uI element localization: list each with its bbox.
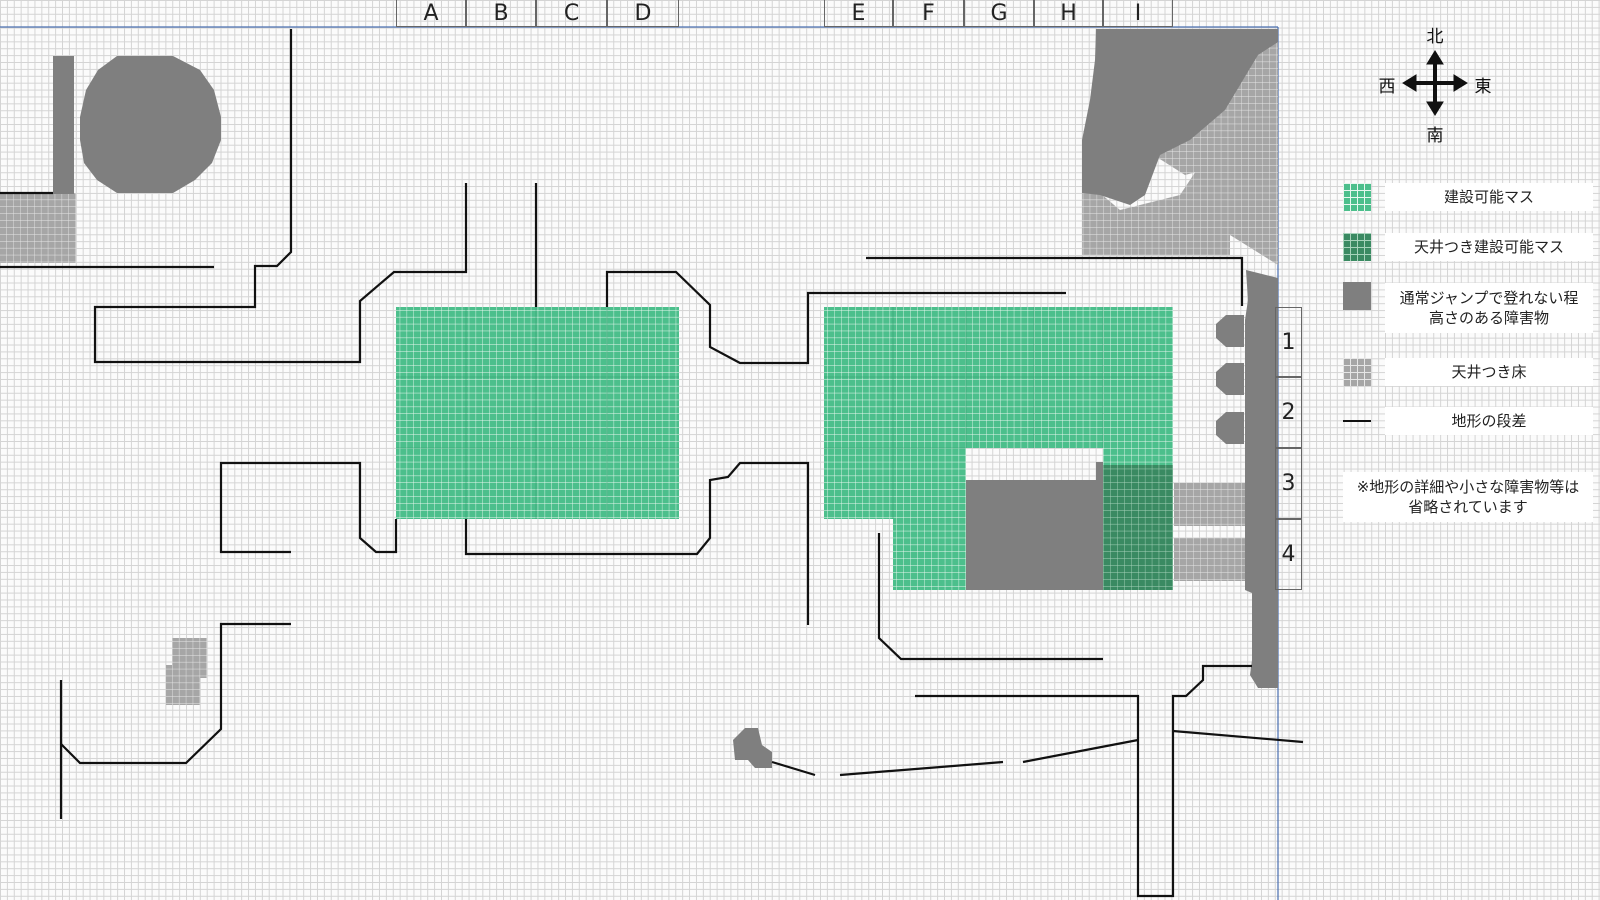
column-header-f: F [893,0,964,27]
legend-label-obstacle-line1: 通常ジャンプで登れない程 [1399,289,1579,307]
row-header-2: 2 [1275,377,1302,448]
column-header-d: D [607,0,679,27]
compass: 北 南 西 東 [1370,18,1500,148]
buildable-area-a-d [396,307,679,519]
row-header-4: 4 [1275,519,1302,590]
obstacle-wall-east [1245,270,1278,688]
obstacle-rock [733,728,772,768]
ceiling-floor-area [1174,483,1254,526]
legend-swatch-terrain-step [1343,407,1371,435]
legend-swatch-buildable [1343,183,1371,211]
legend-note-line1: ※地形の詳細や小さな障害物等は [1356,478,1580,496]
row-header-1: 1 [1275,307,1302,377]
obstacle-bump [1216,412,1244,444]
legend-label-terrain-step: 地形の段差 [1385,407,1593,435]
ceiling-floor-area [166,638,207,705]
legend-note: ※地形の詳細や小さな障害物等は 省略されています [1343,472,1593,522]
column-header-e: E [824,0,893,27]
legend-label-buildable: 建設可能マス [1385,183,1593,211]
step-line [915,664,1252,898]
obstacle-pillar [966,462,1103,590]
column-header-i: I [1103,0,1173,27]
obstacle-bump [1216,363,1244,395]
obstacle-block [53,56,74,194]
obstacle-bump [1216,315,1244,347]
legend-note-line2: 省略されています [1408,498,1528,516]
buildable-ceiling-area [1103,465,1173,590]
column-header-a: A [396,0,466,27]
column-header-c: C [536,0,607,27]
compass-north: 北 [1426,27,1444,47]
row-header-3: 3 [1275,448,1302,519]
step-line [771,760,816,777]
compass-west: 西 [1378,77,1396,97]
legend-label-obstacle: 通常ジャンプで登れない程 高さのある障害物 [1385,283,1593,333]
column-header-b: B [466,0,536,27]
legend-swatch-obstacle [1343,282,1371,310]
legend-swatch-buildable-ceiling [1343,233,1371,261]
legend-label-obstacle-line2: 高さのある障害物 [1428,309,1549,327]
step-line [219,461,398,554]
obstacle-circle [80,56,221,193]
column-header-h: H [1034,0,1103,27]
ceiling-floor-area [1174,538,1254,581]
step-line [839,760,1004,777]
step-line [866,256,1244,306]
compass-east: 東 [1474,77,1492,97]
legend-label-ceiling-floor: 天井つき床 [1385,358,1593,386]
step-line [1022,738,1139,764]
compass-south: 南 [1426,126,1444,146]
legend-label-buildable-ceiling: 天井つき建設可能マス [1385,233,1593,261]
step-line [1172,729,1304,744]
ceiling-floor-area [0,193,76,263]
map-canvas [0,26,1304,900]
legend-swatch-ceiling-floor [1343,358,1371,386]
column-header-g: G [964,0,1034,27]
